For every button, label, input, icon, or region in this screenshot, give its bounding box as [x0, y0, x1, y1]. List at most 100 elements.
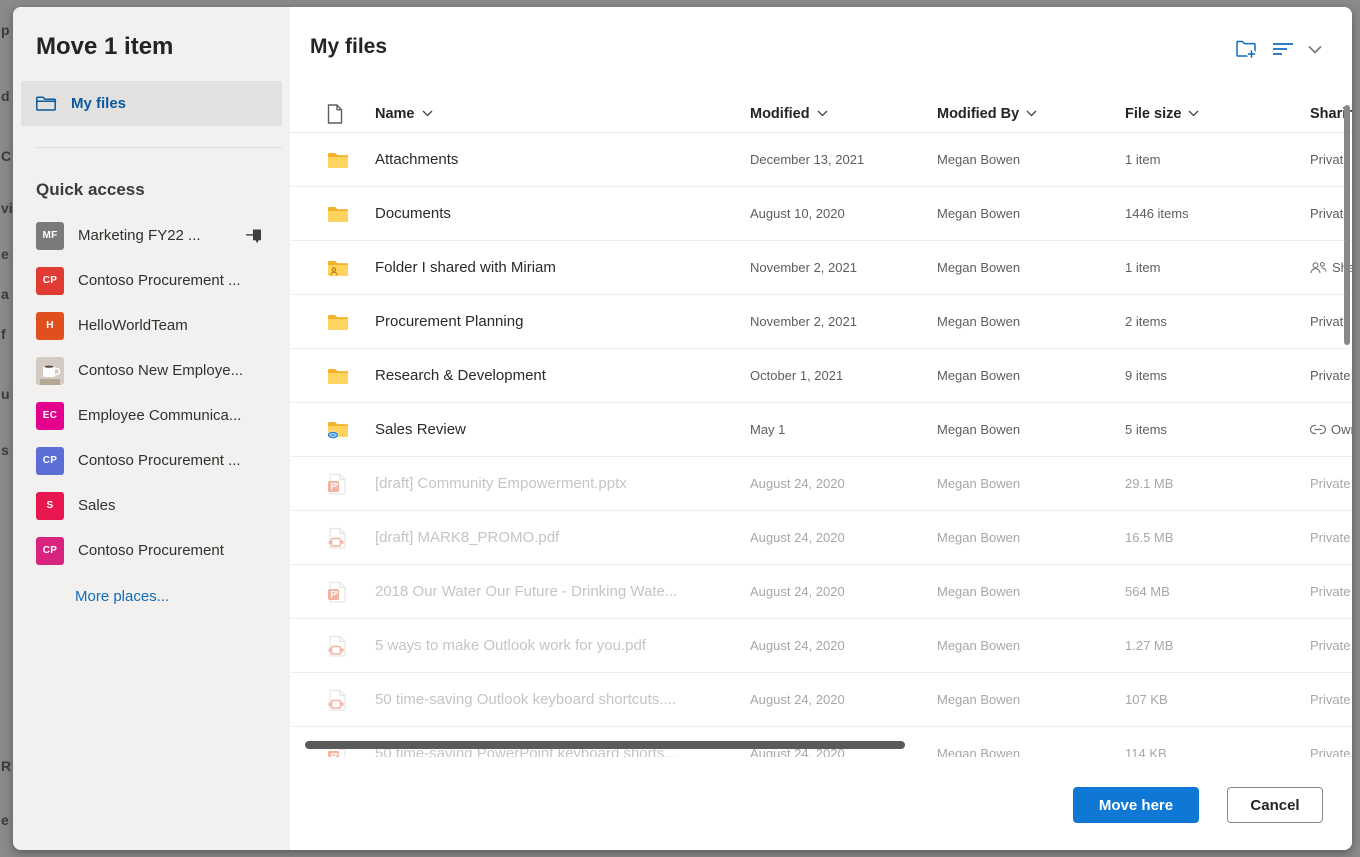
file-row: P2018 Our Water Our Future - Drinking Wa…	[290, 565, 1352, 619]
quick-access-item-label: Contoso Procurement ...	[78, 272, 241, 289]
toolbar	[1235, 39, 1322, 59]
page-behind-text-fragment: e	[1, 246, 13, 262]
folder-person-icon	[327, 259, 375, 277]
sidebar-item-my-files[interactable]: My files	[21, 81, 282, 126]
page-behind-text-fragment: f	[1, 326, 13, 342]
item-modified-by: Megan Bowen	[937, 260, 1125, 275]
pin-icon[interactable]	[246, 227, 264, 244]
page-behind-text-fragment: u	[1, 386, 13, 402]
pptx-icon: P	[327, 581, 375, 603]
move-here-button[interactable]: Move here	[1073, 787, 1199, 823]
folder-row[interactable]: Procurement PlanningNovember 2, 2021Mega…	[290, 295, 1352, 349]
item-modified-by: Megan Bowen	[937, 368, 1125, 383]
item-name: Folder I shared with Miriam	[375, 259, 750, 276]
pdf-icon	[327, 689, 375, 711]
vertical-scrollbar-thumb[interactable]	[1344, 105, 1350, 345]
quick-access-item[interactable]: CPContoso Procurement ...	[13, 438, 290, 483]
folder-row[interactable]: Sales ReviewMay 1Megan Bowen5 itemsOwner	[290, 403, 1352, 457]
sharing-label: Private	[1310, 530, 1350, 545]
folder-row[interactable]: Research & DevelopmentOctober 1, 2021Meg…	[290, 349, 1352, 403]
pptx-icon: P	[327, 473, 375, 495]
item-modified-date: August 24, 2020	[750, 530, 937, 545]
item-modified-by: Megan Bowen	[937, 530, 1125, 545]
chevron-down-icon[interactable]	[1308, 45, 1322, 54]
file-browser-pane: My files	[290, 7, 1352, 850]
item-modified-date: November 2, 2021	[750, 314, 937, 329]
team-initials-icon: H	[36, 312, 64, 340]
item-modified-date: August 24, 2020	[750, 638, 937, 653]
quick-access-heading: Quick access	[36, 179, 290, 201]
item-file-size: 2 items	[1125, 314, 1310, 329]
item-file-size: 1.27 MB	[1125, 638, 1310, 653]
sharing-label: Private	[1310, 476, 1350, 491]
quick-access-item[interactable]: HHelloWorldTeam	[13, 303, 290, 348]
team-initials-icon: CP	[36, 267, 64, 295]
quick-access-item[interactable]: CPContoso Procurement	[13, 528, 290, 573]
item-modified-by: Megan Bowen	[937, 746, 1125, 757]
item-modified-date: August 10, 2020	[750, 206, 937, 221]
item-sharing-status: Private	[1310, 746, 1352, 757]
page-behind-text-fragment: s	[1, 442, 13, 458]
item-modified-date: August 24, 2020	[750, 584, 937, 599]
quick-access-item[interactable]: CP Contoso Procurement ...	[13, 258, 290, 303]
file-row: [draft] MARK8_PROMO.pdfAugust 24, 2020Me…	[290, 511, 1352, 565]
item-file-size: 564 MB	[1125, 584, 1310, 599]
item-name: Research & Development	[375, 367, 750, 384]
new-folder-icon[interactable]	[1235, 39, 1258, 59]
team-initials-icon: S	[36, 492, 64, 520]
quick-access-item[interactable]: S Sales	[13, 483, 290, 528]
item-name: 5 ways to make Outlook work for you.pdf	[375, 637, 750, 654]
item-file-size: 1446 items	[1125, 206, 1310, 221]
quick-access-item[interactable]: ECEmployee Communica...	[13, 393, 290, 438]
item-file-size: 29.1 MB	[1125, 476, 1310, 491]
sharing-label: Private	[1310, 638, 1350, 653]
quick-access-item[interactable]: MFMarketing FY22 ...	[13, 213, 290, 258]
quick-access-item[interactable]: Contoso New Employe...	[13, 348, 290, 393]
column-header-modified-by[interactable]: Modified By	[937, 106, 1125, 122]
quick-access-item-label: Sales	[78, 497, 116, 514]
quick-access-item-label: Contoso Procurement ...	[78, 452, 241, 469]
item-modified-date: August 24, 2020	[750, 692, 937, 707]
quick-access-item-label: Contoso New Employe...	[78, 362, 243, 379]
team-photo-icon	[36, 357, 64, 385]
table-header: Name Modified Modified By File size Shar…	[290, 95, 1352, 133]
item-file-size: 9 items	[1125, 368, 1310, 383]
item-file-size: 16.5 MB	[1125, 530, 1310, 545]
item-file-size: 107 KB	[1125, 692, 1310, 707]
item-file-size: 114 KB	[1125, 746, 1310, 757]
horizontal-scrollbar-thumb[interactable]	[305, 741, 905, 749]
column-header-name[interactable]: Name	[375, 106, 750, 122]
folder-row[interactable]: AttachmentsDecember 13, 2021Megan Bowen1…	[290, 133, 1352, 187]
cancel-button[interactable]: Cancel	[1227, 787, 1323, 823]
sharing-label: Private	[1310, 692, 1350, 707]
item-modified-by: Megan Bowen	[937, 638, 1125, 653]
item-name: Procurement Planning	[375, 313, 750, 330]
quick-access-list: MFMarketing FY22 ...CPContoso Procuremen…	[13, 213, 290, 573]
item-modified-by: Megan Bowen	[937, 422, 1125, 437]
sort-view-icon[interactable]	[1272, 42, 1294, 56]
column-header-file-size[interactable]: File size	[1125, 106, 1310, 122]
item-name: [draft] Community Empowerment.pptx	[375, 475, 750, 492]
item-modified-by: Megan Bowen	[937, 692, 1125, 707]
item-modified-by: Megan Bowen	[937, 476, 1125, 491]
item-sharing-status: Private	[1310, 530, 1352, 545]
page-behind-text-fragment: C	[1, 148, 13, 164]
item-modified-date: December 13, 2021	[750, 152, 937, 167]
item-name: [draft] MARK8_PROMO.pdf	[375, 529, 750, 546]
item-sharing-status: Private	[1310, 476, 1352, 491]
quick-access-item-label: Employee Communica...	[78, 407, 241, 424]
item-file-size: 5 items	[1125, 422, 1310, 437]
item-name: 2018 Our Water Our Future - Drinking Wat…	[375, 583, 750, 600]
folder-row[interactable]: Folder I shared with MiriamNovember 2, 2…	[290, 241, 1352, 295]
folder-row[interactable]: DocumentsAugust 10, 2020Megan Bowen1446 …	[290, 187, 1352, 241]
quick-access-item-label: Marketing FY22 ...	[78, 227, 201, 244]
quick-access-item-label: Contoso Procurement	[78, 542, 224, 559]
item-sharing-status: Private	[1310, 368, 1352, 383]
page-behind-text-fragment: e	[1, 812, 13, 828]
column-header-modified[interactable]: Modified	[750, 106, 937, 122]
item-name: Documents	[375, 205, 750, 222]
more-places-link[interactable]: More places...	[75, 588, 169, 605]
item-name: Attachments	[375, 151, 750, 168]
item-modified-date: October 1, 2021	[750, 368, 937, 383]
folder-icon	[327, 205, 375, 223]
